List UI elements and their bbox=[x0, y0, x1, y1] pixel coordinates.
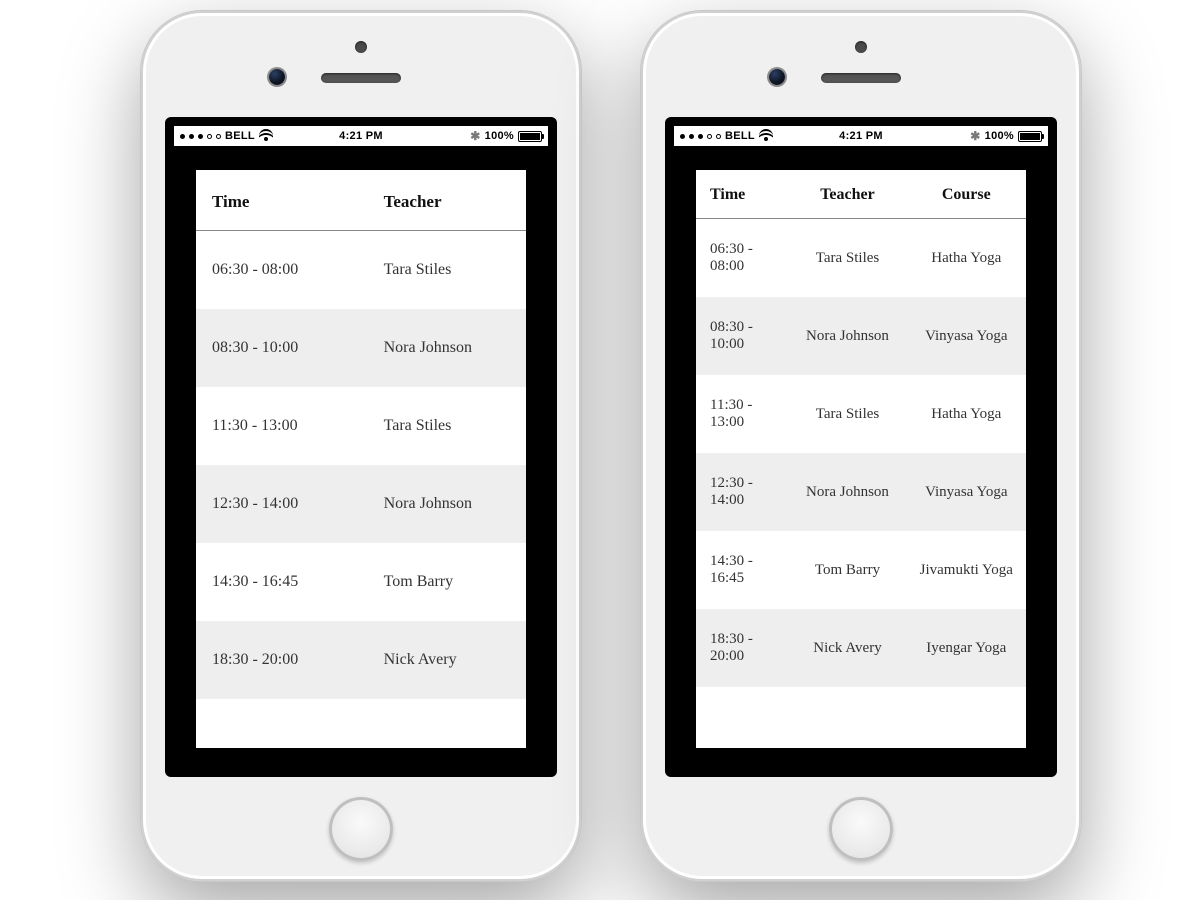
cell-time: 11:30 - 13:00 bbox=[696, 375, 788, 453]
cell-teacher: Tara Stiles bbox=[788, 219, 900, 298]
cell-time: 11:30 - 13:00 bbox=[196, 387, 368, 465]
app-area: Time Teacher 06:30 - 08:00Tara Stiles 08… bbox=[174, 146, 548, 768]
signal-dot-icon bbox=[680, 134, 685, 139]
table-row[interactable]: 06:30 - 08:00Tara Stiles bbox=[196, 231, 526, 310]
cell-time: 14:30 - 16:45 bbox=[696, 531, 788, 609]
carrier-label: BELL bbox=[225, 130, 255, 142]
phone-mockup-left: BELL 4:21 PM ✱ 100% bbox=[140, 10, 582, 882]
signal-dot-icon bbox=[180, 134, 185, 139]
cell-time: 18:30 - 20:00 bbox=[196, 621, 368, 699]
earpiece-speaker-icon bbox=[321, 73, 401, 83]
screen-bezel: BELL 4:21 PM ✱ 100% bbox=[165, 117, 557, 777]
status-right: ✱ 100% bbox=[470, 130, 542, 142]
cell-time: 08:30 - 10:00 bbox=[696, 297, 788, 375]
cell-time: 06:30 - 08:00 bbox=[196, 231, 368, 310]
battery-percent: 100% bbox=[485, 130, 514, 142]
cell-teacher: Nora Johnson bbox=[368, 309, 526, 387]
schedule-card: Time Teacher Course 06:30 - 08:00Tara St… bbox=[696, 170, 1026, 748]
col-header-teacher: Teacher bbox=[368, 170, 526, 231]
cell-teacher: Nora Johnson bbox=[788, 453, 900, 531]
cell-course: Vinyasa Yoga bbox=[901, 453, 1026, 531]
cell-course: Iyengar Yoga bbox=[901, 609, 1026, 687]
signal-dot-icon bbox=[707, 134, 712, 139]
cell-teacher: Nora Johnson bbox=[368, 465, 526, 543]
signal-dot-icon bbox=[189, 134, 194, 139]
battery-icon bbox=[1018, 131, 1042, 142]
screen: BELL 4:21 PM ✱ 100% bbox=[674, 126, 1048, 768]
col-header-teacher: Teacher bbox=[788, 170, 900, 219]
status-bar: BELL 4:21 PM ✱ 100% bbox=[174, 126, 548, 146]
battery-icon bbox=[518, 131, 542, 142]
cell-course: Hatha Yoga bbox=[901, 219, 1026, 298]
signal-dot-icon bbox=[198, 134, 203, 139]
proximity-sensor-icon bbox=[855, 41, 867, 53]
signal-dot-icon bbox=[216, 134, 221, 139]
status-bar: BELL 4:21 PM ✱ 100% bbox=[674, 126, 1048, 146]
schedule-card: Time Teacher 06:30 - 08:00Tara Stiles 08… bbox=[196, 170, 526, 748]
signal-dot-icon bbox=[698, 134, 703, 139]
table-row[interactable]: 08:30 - 10:00Nora JohnsonVinyasa Yoga bbox=[696, 297, 1026, 375]
status-right: ✱ 100% bbox=[970, 130, 1042, 142]
table-row[interactable]: 14:30 - 16:45Tom Barry bbox=[196, 543, 526, 621]
cell-teacher: Tara Stiles bbox=[788, 375, 900, 453]
cell-teacher: Tara Stiles bbox=[368, 231, 526, 310]
cell-time: 12:30 - 14:00 bbox=[196, 465, 368, 543]
cell-teacher: Tara Stiles bbox=[368, 387, 526, 465]
cell-course: Vinyasa Yoga bbox=[901, 297, 1026, 375]
table-row[interactable]: 12:30 - 14:00Nora JohnsonVinyasa Yoga bbox=[696, 453, 1026, 531]
signal-dot-icon bbox=[207, 134, 212, 139]
status-left: BELL bbox=[680, 129, 773, 143]
cell-teacher: Nora Johnson bbox=[788, 297, 900, 375]
cell-teacher: Nick Avery bbox=[368, 621, 526, 699]
stage: BELL 4:21 PM ✱ 100% bbox=[0, 0, 1200, 900]
table-header-row: Time Teacher bbox=[196, 170, 526, 231]
table-row[interactable]: 18:30 - 20:00Nick AveryIyengar Yoga bbox=[696, 609, 1026, 687]
table-row[interactable]: 18:30 - 20:00Nick Avery bbox=[196, 621, 526, 699]
bluetooth-icon: ✱ bbox=[470, 130, 480, 142]
schedule-table: Time Teacher Course 06:30 - 08:00Tara St… bbox=[696, 170, 1026, 687]
table-header-row: Time Teacher Course bbox=[696, 170, 1026, 219]
app-area: Time Teacher Course 06:30 - 08:00Tara St… bbox=[674, 146, 1048, 768]
cell-time: 06:30 - 08:00 bbox=[696, 219, 788, 298]
home-button[interactable] bbox=[329, 797, 393, 861]
table-row[interactable]: 14:30 - 16:45Tom BarryJivamukti Yoga bbox=[696, 531, 1026, 609]
cell-teacher: Tom Barry bbox=[368, 543, 526, 621]
proximity-sensor-icon bbox=[355, 41, 367, 53]
cell-time: 12:30 - 14:00 bbox=[696, 453, 788, 531]
wifi-icon bbox=[759, 129, 773, 143]
phone-mockup-right: BELL 4:21 PM ✱ 100% bbox=[640, 10, 1082, 882]
table-row[interactable]: 08:30 - 10:00Nora Johnson bbox=[196, 309, 526, 387]
home-button[interactable] bbox=[829, 797, 893, 861]
col-header-course: Course bbox=[901, 170, 1026, 219]
carrier-label: BELL bbox=[725, 130, 755, 142]
cell-teacher: Tom Barry bbox=[788, 531, 900, 609]
earpiece-speaker-icon bbox=[821, 73, 901, 83]
cell-time: 18:30 - 20:00 bbox=[696, 609, 788, 687]
cell-course: Jivamukti Yoga bbox=[901, 531, 1026, 609]
screen-bezel: BELL 4:21 PM ✱ 100% bbox=[665, 117, 1057, 777]
cell-teacher: Nick Avery bbox=[788, 609, 900, 687]
cell-time: 08:30 - 10:00 bbox=[196, 309, 368, 387]
table-row[interactable]: 12:30 - 14:00Nora Johnson bbox=[196, 465, 526, 543]
bluetooth-icon: ✱ bbox=[970, 130, 980, 142]
col-header-time: Time bbox=[196, 170, 368, 231]
schedule-table: Time Teacher 06:30 - 08:00Tara Stiles 08… bbox=[196, 170, 526, 699]
cell-course: Hatha Yoga bbox=[901, 375, 1026, 453]
front-camera-icon bbox=[769, 69, 785, 85]
battery-percent: 100% bbox=[985, 130, 1014, 142]
wifi-icon bbox=[259, 129, 273, 143]
signal-dot-icon bbox=[716, 134, 721, 139]
screen: BELL 4:21 PM ✱ 100% bbox=[174, 126, 548, 768]
front-camera-icon bbox=[269, 69, 285, 85]
table-row[interactable]: 06:30 - 08:00Tara StilesHatha Yoga bbox=[696, 219, 1026, 298]
table-row[interactable]: 11:30 - 13:00Tara StilesHatha Yoga bbox=[696, 375, 1026, 453]
table-row[interactable]: 11:30 - 13:00Tara Stiles bbox=[196, 387, 526, 465]
col-header-time: Time bbox=[696, 170, 788, 219]
cell-time: 14:30 - 16:45 bbox=[196, 543, 368, 621]
status-left: BELL bbox=[180, 129, 273, 143]
signal-dot-icon bbox=[689, 134, 694, 139]
